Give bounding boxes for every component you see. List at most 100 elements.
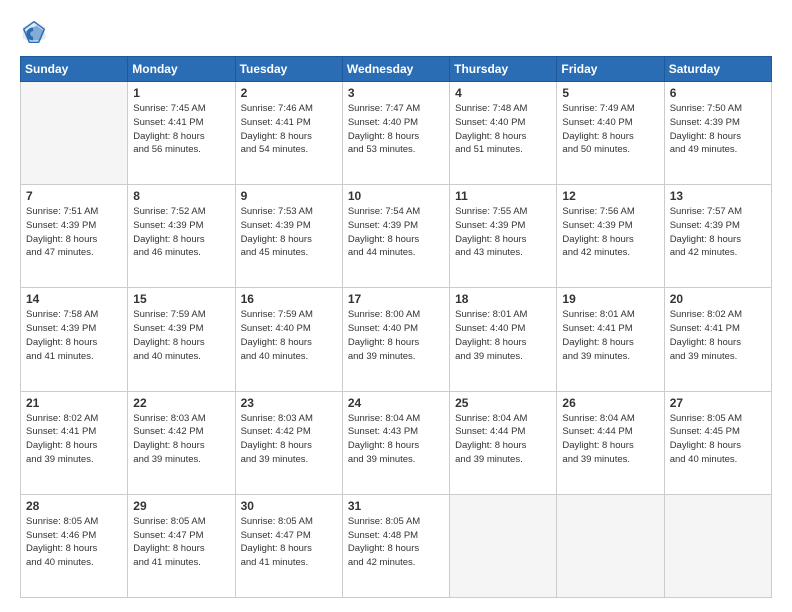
day-number: 13 <box>670 189 766 203</box>
col-header-tuesday: Tuesday <box>235 57 342 82</box>
cell-content: Sunrise: 7:59 AM Sunset: 4:39 PM Dayligh… <box>133 308 229 363</box>
calendar-cell: 21 Sunrise: 8:02 AM Sunset: 4:41 PM Dayli… <box>21 391 128 494</box>
day-number: 6 <box>670 86 766 100</box>
calendar-cell: 26 Sunrise: 8:04 AM Sunset: 4:44 PM Dayli… <box>557 391 664 494</box>
day-number: 18 <box>455 292 551 306</box>
calendar-cell: 24Sunrise: 8:04 AM Sunset: 4:43 PM Dayli… <box>342 391 449 494</box>
calendar-cell: 18 Sunrise: 8:01 AM Sunset: 4:40 PM Dayli… <box>450 288 557 391</box>
calendar-header-row: SundayMondayTuesdayWednesdayThursdayFrid… <box>21 57 772 82</box>
cell-content: Sunrise: 7:55 AM Sunset: 4:39 PM Dayligh… <box>455 205 551 260</box>
cell-content: Sunrise: 8:03 AM Sunset: 4:42 PM Dayligh… <box>241 412 337 467</box>
cell-content: Sunrise: 7:50 AM Sunset: 4:39 PM Dayligh… <box>670 102 766 157</box>
calendar-cell: 10Sunrise: 7:54 AM Sunset: 4:39 PM Dayli… <box>342 185 449 288</box>
calendar-cell: 15 Sunrise: 7:59 AM Sunset: 4:39 PM Dayli… <box>128 288 235 391</box>
col-header-thursday: Thursday <box>450 57 557 82</box>
cell-content: Sunrise: 8:05 AM Sunset: 4:47 PM Dayligh… <box>241 515 337 570</box>
calendar-cell: 11 Sunrise: 7:55 AM Sunset: 4:39 PM Dayli… <box>450 185 557 288</box>
calendar-cell: 7 Sunrise: 7:51 AM Sunset: 4:39 PM Daylig… <box>21 185 128 288</box>
day-number: 10 <box>348 189 444 203</box>
cell-content: Sunrise: 8:05 AM Sunset: 4:45 PM Dayligh… <box>670 412 766 467</box>
cell-content: Sunrise: 7:46 AM Sunset: 4:41 PM Dayligh… <box>241 102 337 157</box>
week-row-4: 28 Sunrise: 8:05 AM Sunset: 4:46 PM Dayli… <box>21 494 772 597</box>
cell-content: Sunrise: 7:47 AM Sunset: 4:40 PM Dayligh… <box>348 102 444 157</box>
cell-content: Sunrise: 8:02 AM Sunset: 4:41 PM Dayligh… <box>670 308 766 363</box>
calendar-cell: 16 Sunrise: 7:59 AM Sunset: 4:40 PM Dayli… <box>235 288 342 391</box>
calendar-cell: 5 Sunrise: 7:49 AM Sunset: 4:40 PM Daylig… <box>557 82 664 185</box>
cell-content: Sunrise: 7:45 AM Sunset: 4:41 PM Dayligh… <box>133 102 229 157</box>
day-number: 28 <box>26 499 122 513</box>
calendar-cell: 28 Sunrise: 8:05 AM Sunset: 4:46 PM Dayli… <box>21 494 128 597</box>
calendar-cell: 19 Sunrise: 8:01 AM Sunset: 4:41 PM Dayli… <box>557 288 664 391</box>
cell-content: Sunrise: 7:51 AM Sunset: 4:39 PM Dayligh… <box>26 205 122 260</box>
cell-content: Sunrise: 8:02 AM Sunset: 4:41 PM Dayligh… <box>26 412 122 467</box>
cell-content: Sunrise: 7:57 AM Sunset: 4:39 PM Dayligh… <box>670 205 766 260</box>
cell-content: Sunrise: 7:58 AM Sunset: 4:39 PM Dayligh… <box>26 308 122 363</box>
day-number: 12 <box>562 189 658 203</box>
day-number: 5 <box>562 86 658 100</box>
day-number: 2 <box>241 86 337 100</box>
week-row-2: 14Sunrise: 7:58 AM Sunset: 4:39 PM Dayli… <box>21 288 772 391</box>
cell-content: Sunrise: 8:00 AM Sunset: 4:40 PM Dayligh… <box>348 308 444 363</box>
calendar-cell: 1 Sunrise: 7:45 AM Sunset: 4:41 PM Daylig… <box>128 82 235 185</box>
day-number: 3 <box>348 86 444 100</box>
cell-content: Sunrise: 8:04 AM Sunset: 4:44 PM Dayligh… <box>455 412 551 467</box>
col-header-monday: Monday <box>128 57 235 82</box>
day-number: 19 <box>562 292 658 306</box>
calendar-cell: 22Sunrise: 8:03 AM Sunset: 4:42 PM Dayli… <box>128 391 235 494</box>
calendar-cell: 13 Sunrise: 7:57 AM Sunset: 4:39 PM Dayli… <box>664 185 771 288</box>
week-row-3: 21 Sunrise: 8:02 AM Sunset: 4:41 PM Dayli… <box>21 391 772 494</box>
cell-content: Sunrise: 7:56 AM Sunset: 4:39 PM Dayligh… <box>562 205 658 260</box>
calendar-cell: 30 Sunrise: 8:05 AM Sunset: 4:47 PM Dayli… <box>235 494 342 597</box>
calendar-cell <box>664 494 771 597</box>
calendar-cell: 27 Sunrise: 8:05 AM Sunset: 4:45 PM Dayli… <box>664 391 771 494</box>
cell-content: Sunrise: 8:01 AM Sunset: 4:41 PM Dayligh… <box>562 308 658 363</box>
day-number: 16 <box>241 292 337 306</box>
calendar-cell <box>450 494 557 597</box>
calendar-cell: 31 Sunrise: 8:05 AM Sunset: 4:48 PM Dayli… <box>342 494 449 597</box>
calendar-cell: 3 Sunrise: 7:47 AM Sunset: 4:40 PM Daylig… <box>342 82 449 185</box>
day-number: 30 <box>241 499 337 513</box>
day-number: 21 <box>26 396 122 410</box>
col-header-saturday: Saturday <box>664 57 771 82</box>
cell-content: Sunrise: 7:59 AM Sunset: 4:40 PM Dayligh… <box>241 308 337 363</box>
calendar-cell: 14Sunrise: 7:58 AM Sunset: 4:39 PM Dayli… <box>21 288 128 391</box>
page: SundayMondayTuesdayWednesdayThursdayFrid… <box>0 0 792 612</box>
cell-content: Sunrise: 8:04 AM Sunset: 4:43 PM Dayligh… <box>348 412 444 467</box>
day-number: 17 <box>348 292 444 306</box>
day-number: 29 <box>133 499 229 513</box>
col-header-wednesday: Wednesday <box>342 57 449 82</box>
week-row-1: 7 Sunrise: 7:51 AM Sunset: 4:39 PM Daylig… <box>21 185 772 288</box>
day-number: 31 <box>348 499 444 513</box>
day-number: 9 <box>241 189 337 203</box>
calendar-cell: 23 Sunrise: 8:03 AM Sunset: 4:42 PM Dayli… <box>235 391 342 494</box>
cell-content: Sunrise: 7:48 AM Sunset: 4:40 PM Dayligh… <box>455 102 551 157</box>
cell-content: Sunrise: 8:01 AM Sunset: 4:40 PM Dayligh… <box>455 308 551 363</box>
calendar-cell: 20Sunrise: 8:02 AM Sunset: 4:41 PM Dayli… <box>664 288 771 391</box>
day-number: 15 <box>133 292 229 306</box>
logo <box>20 18 52 46</box>
col-header-friday: Friday <box>557 57 664 82</box>
calendar-cell <box>21 82 128 185</box>
day-number: 7 <box>26 189 122 203</box>
day-number: 26 <box>562 396 658 410</box>
calendar-cell: 2 Sunrise: 7:46 AM Sunset: 4:41 PM Daylig… <box>235 82 342 185</box>
day-number: 11 <box>455 189 551 203</box>
cell-content: Sunrise: 8:05 AM Sunset: 4:46 PM Dayligh… <box>26 515 122 570</box>
day-number: 27 <box>670 396 766 410</box>
col-header-sunday: Sunday <box>21 57 128 82</box>
cell-content: Sunrise: 7:49 AM Sunset: 4:40 PM Dayligh… <box>562 102 658 157</box>
calendar-cell <box>557 494 664 597</box>
cell-content: Sunrise: 7:52 AM Sunset: 4:39 PM Dayligh… <box>133 205 229 260</box>
calendar-cell: 12 Sunrise: 7:56 AM Sunset: 4:39 PM Dayli… <box>557 185 664 288</box>
cell-content: Sunrise: 8:04 AM Sunset: 4:44 PM Dayligh… <box>562 412 658 467</box>
cell-content: Sunrise: 8:05 AM Sunset: 4:48 PM Dayligh… <box>348 515 444 570</box>
day-number: 1 <box>133 86 229 100</box>
cell-content: Sunrise: 8:05 AM Sunset: 4:47 PM Dayligh… <box>133 515 229 570</box>
calendar-cell: 4Sunrise: 7:48 AM Sunset: 4:40 PM Daylig… <box>450 82 557 185</box>
calendar-cell: 9Sunrise: 7:53 AM Sunset: 4:39 PM Daylig… <box>235 185 342 288</box>
day-number: 23 <box>241 396 337 410</box>
calendar-cell: 17 Sunrise: 8:00 AM Sunset: 4:40 PM Dayli… <box>342 288 449 391</box>
calendar-cell: 6 Sunrise: 7:50 AM Sunset: 4:39 PM Daylig… <box>664 82 771 185</box>
header <box>20 18 772 46</box>
day-number: 25 <box>455 396 551 410</box>
